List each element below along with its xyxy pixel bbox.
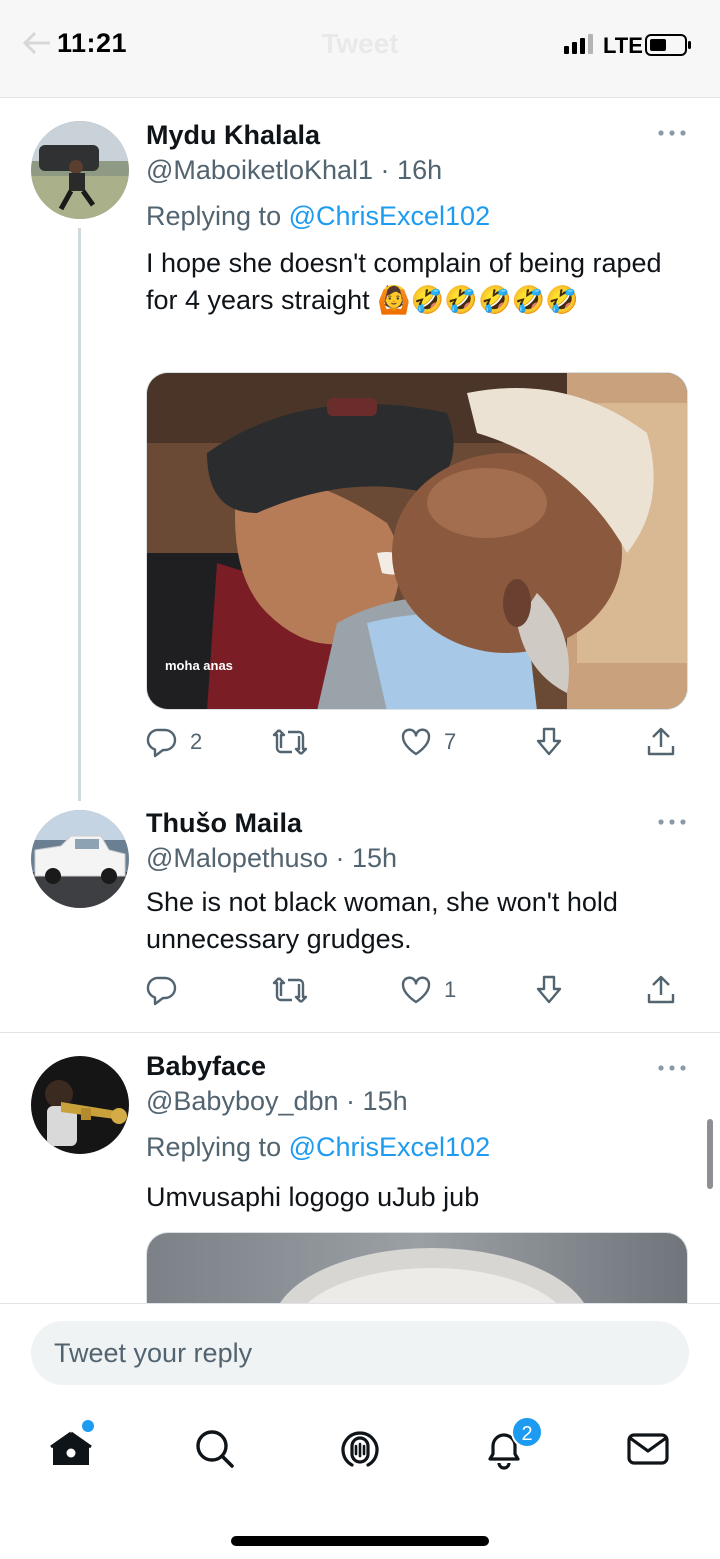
share-icon — [647, 727, 675, 756]
download-icon — [536, 975, 562, 1004]
bottom-tab-bar: 2 — [0, 1403, 720, 1559]
retweet-icon — [272, 729, 308, 755]
retweet-button[interactable] — [272, 724, 308, 760]
separator: · — [373, 155, 398, 185]
separator: · — [338, 1086, 363, 1116]
home-unread-dot — [82, 1420, 94, 1432]
separator: · — [328, 843, 353, 873]
share-icon — [647, 975, 675, 1004]
notification-badge: 2 — [511, 1416, 543, 1448]
heart-icon — [401, 728, 431, 756]
more-options-icon[interactable] — [657, 817, 687, 827]
spaces-icon — [341, 1431, 379, 1467]
reply-count: 2 — [190, 729, 203, 754]
tweet-media-image[interactable]: moha anas — [146, 372, 688, 710]
avatar[interactable] — [31, 810, 129, 908]
media-watermark: moha anas — [165, 658, 233, 673]
share-button[interactable] — [645, 972, 677, 1008]
author-name[interactable]: Thušo Maila — [146, 808, 302, 839]
reply-icon — [146, 728, 177, 758]
network-label: LTE — [603, 33, 643, 58]
author-handle[interactable]: @Malopethuso — [146, 843, 328, 873]
tab-spaces[interactable] — [336, 1425, 384, 1473]
author-handle[interactable]: @Babyboy_dbn — [146, 1086, 339, 1116]
tweet-divider — [0, 1032, 720, 1033]
share-button[interactable] — [645, 724, 677, 760]
tweet-actions: 1 — [146, 972, 686, 1008]
like-count: 7 — [444, 729, 457, 754]
retweet-icon — [272, 977, 308, 1003]
tweet-text: I hope she doesn't complain of being rap… — [146, 248, 662, 315]
tweet-actions: 2 7 — [146, 724, 686, 760]
search-icon — [196, 1430, 234, 1468]
mention-link[interactable]: @ChrisExcel102 — [289, 201, 491, 231]
tweet-time: 15h — [352, 843, 398, 873]
tweet-time: 16h — [397, 155, 443, 185]
home-indicator[interactable] — [231, 1536, 489, 1546]
like-button[interactable]: 7 — [400, 724, 456, 760]
replying-prefix: Replying to — [146, 1132, 282, 1162]
tweet-reply-input[interactable] — [31, 1321, 689, 1385]
author-handle-time: @Babyboy_dbn · 15h — [146, 1086, 408, 1117]
signal-icon — [564, 34, 593, 54]
scroll-indicator[interactable] — [707, 1119, 713, 1189]
author-handle[interactable]: @MaboiketloKhal1 — [146, 155, 373, 185]
mention-link[interactable]: @ChrisExcel102 — [289, 1132, 491, 1162]
author-name[interactable]: Babyface — [146, 1051, 266, 1082]
retweet-button[interactable] — [272, 972, 308, 1008]
replying-prefix: Replying to — [146, 201, 282, 231]
home-icon — [50, 1431, 92, 1465]
reply-icon — [146, 976, 177, 1006]
tweet-text: Umvusaphi logogo uJub jub — [146, 1182, 480, 1212]
author-handle-time: @Malopethuso · 15h — [146, 843, 397, 874]
tab-search[interactable] — [191, 1425, 239, 1473]
more-options-icon[interactable] — [657, 128, 687, 138]
like-count: 1 — [444, 977, 457, 1002]
heart-icon — [401, 976, 431, 1004]
download-button[interactable] — [534, 972, 564, 1008]
author-name[interactable]: Mydu Khalala — [146, 120, 320, 151]
battery-icon — [645, 34, 691, 56]
tab-messages[interactable] — [624, 1425, 672, 1473]
download-icon — [536, 727, 562, 756]
top-bar: 11:21 Tweet LTE — [0, 0, 720, 98]
avatar[interactable] — [31, 121, 129, 219]
replying-to: Replying to @ChrisExcel102 — [146, 201, 490, 232]
replying-to: Replying to @ChrisExcel102 — [146, 1132, 490, 1163]
more-options-icon[interactable] — [657, 1063, 687, 1073]
tweet-text: She is not black woman, she won't hold u… — [146, 887, 618, 954]
reply-button[interactable] — [146, 972, 190, 1008]
author-handle-time: @MaboiketloKhal1 · 16h — [146, 155, 442, 186]
avatar[interactable] — [31, 1056, 129, 1154]
reply-button[interactable]: 2 — [146, 724, 202, 760]
thread-line — [78, 228, 81, 801]
messages-icon — [627, 1433, 669, 1465]
tweet-time: 15h — [362, 1086, 408, 1116]
like-button[interactable]: 1 — [400, 972, 456, 1008]
reply-bar — [0, 1303, 720, 1403]
tab-home[interactable] — [47, 1425, 95, 1473]
download-button[interactable] — [534, 724, 564, 760]
